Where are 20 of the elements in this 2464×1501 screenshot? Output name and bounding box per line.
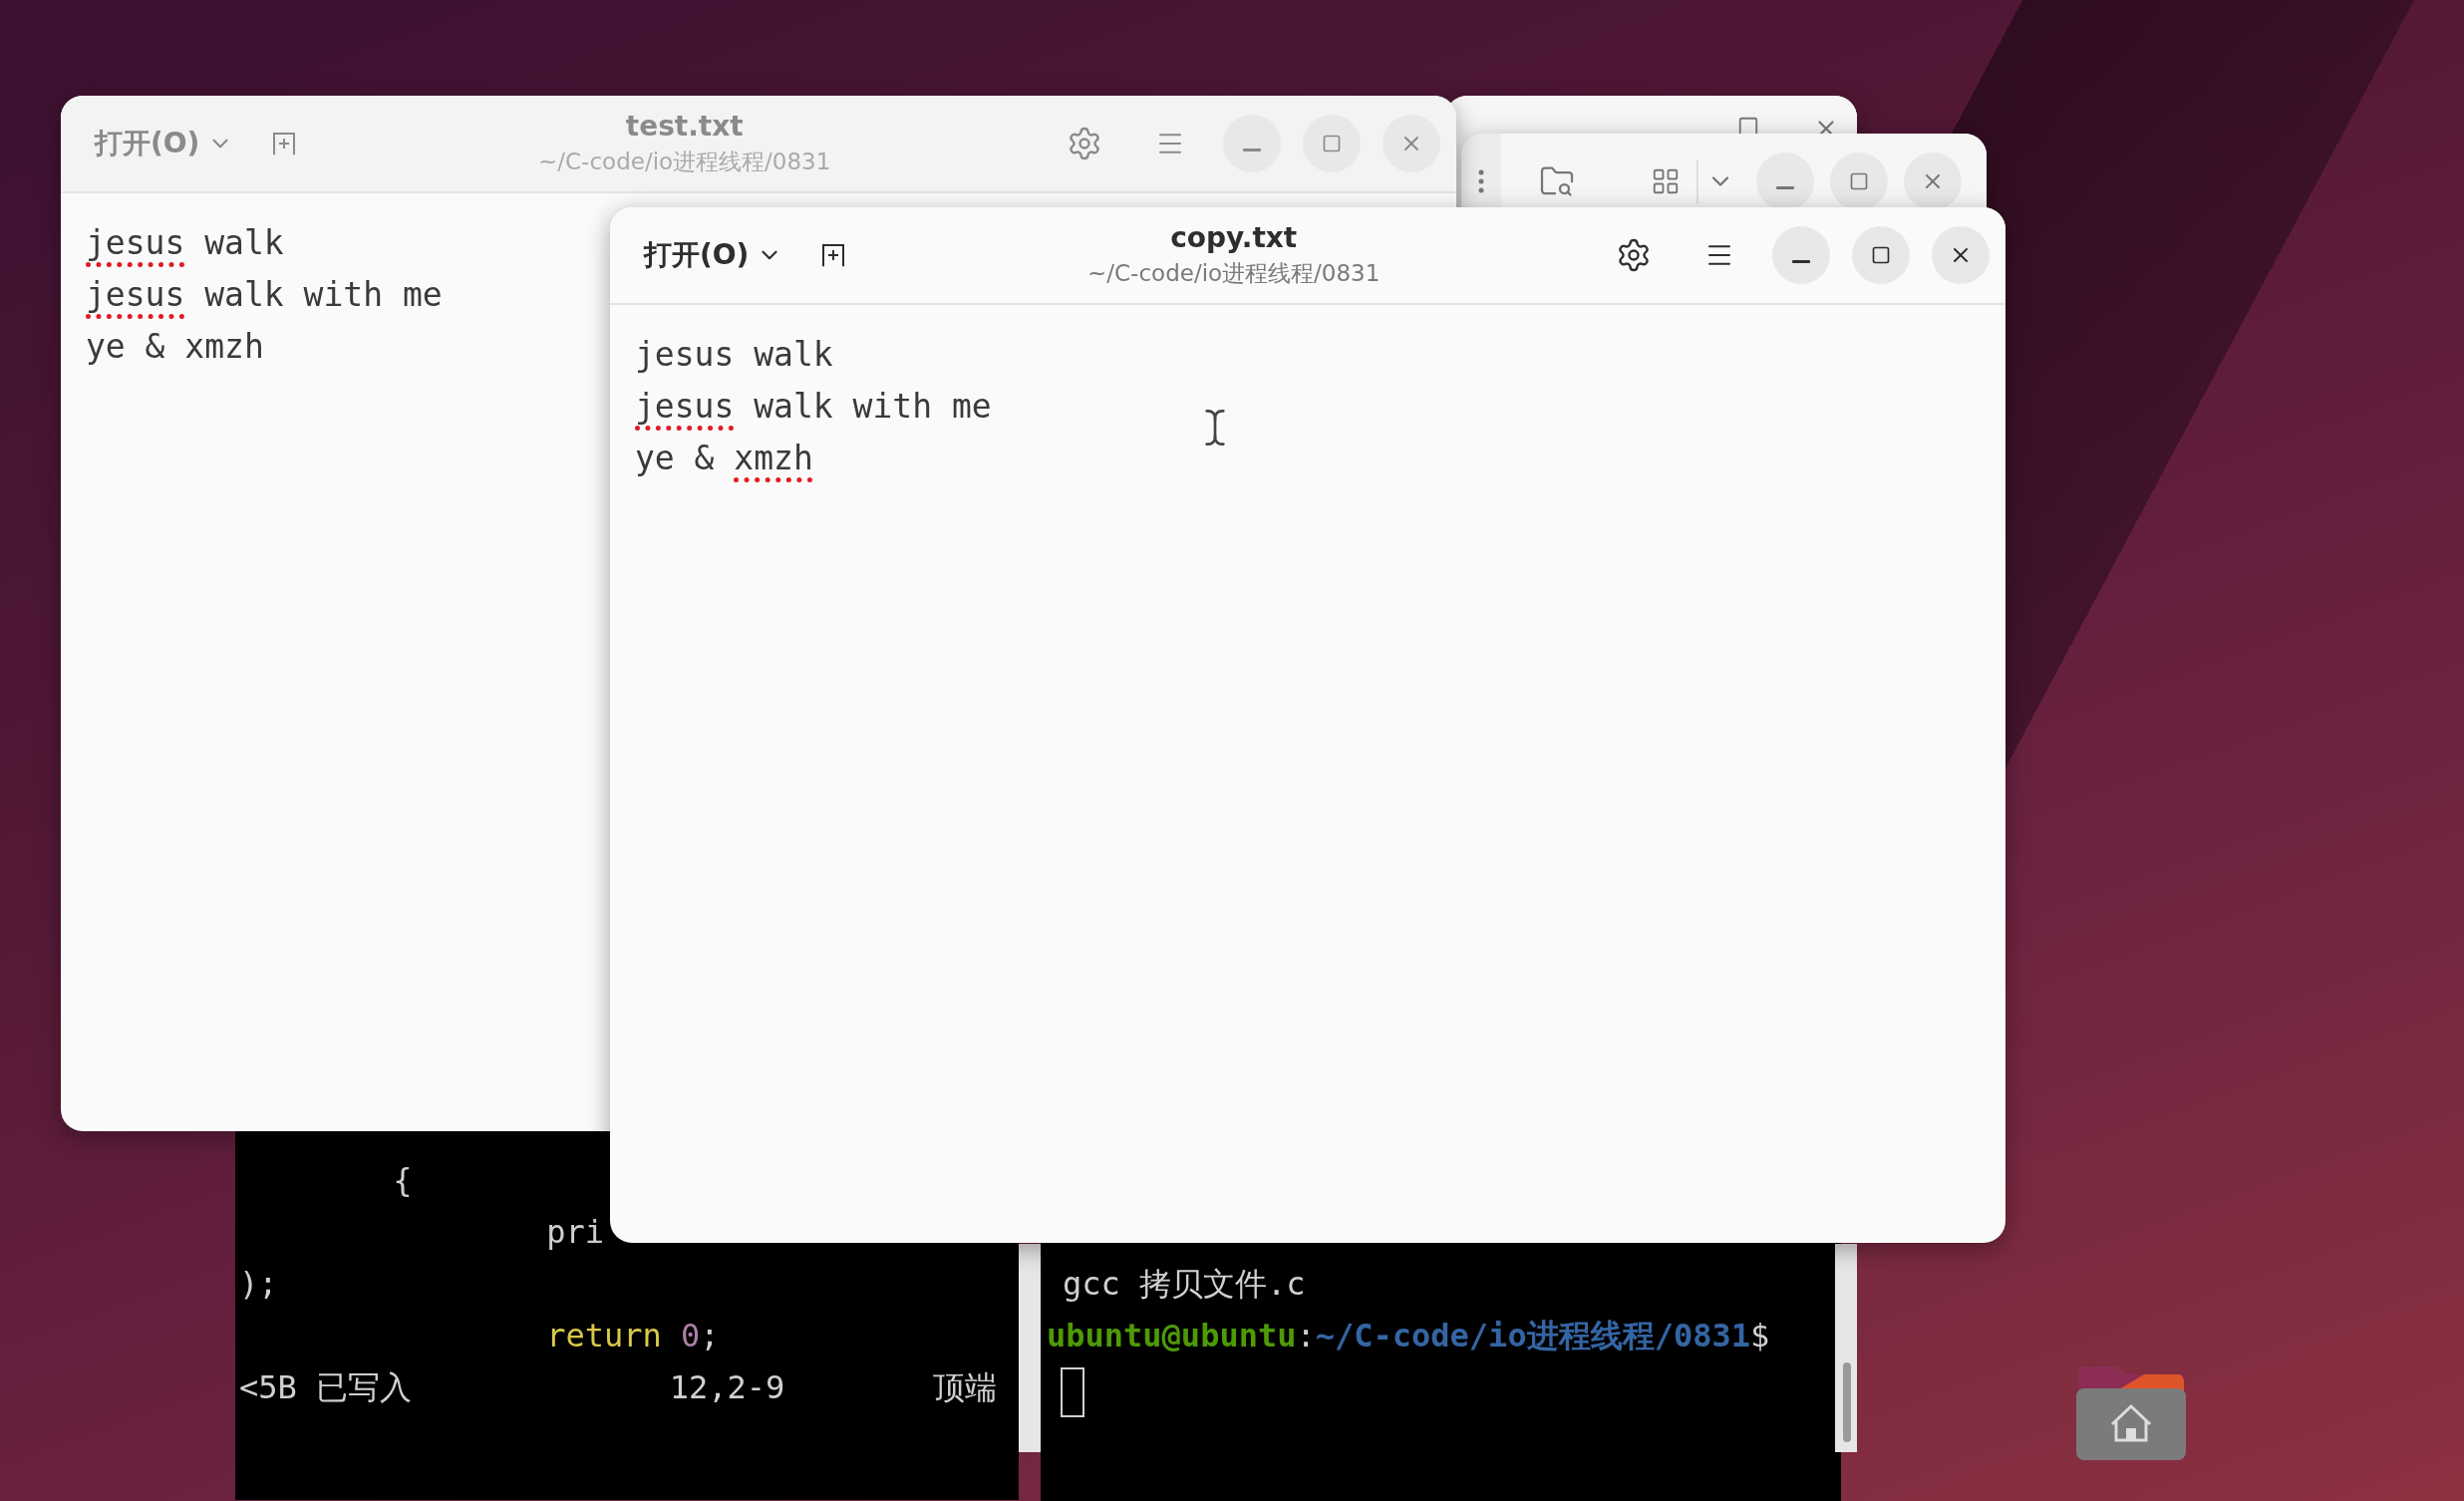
status-message: <5B 已写入 [238,1367,413,1408]
code-line: return 0; [545,1316,720,1356]
file-path: ~/C-code/io进程线程/0831 [538,148,831,176]
cursor-position: 12,2-9 [669,1367,785,1408]
text-line: jesus walk with me [86,274,443,316]
text-line: jesus walk [86,222,284,264]
text-line: jesus walk [635,334,833,376]
code-line: { [392,1160,413,1201]
code-line: pri [545,1212,605,1253]
text-line: ye & xmzh [86,326,264,368]
text-line: ye & xmzh [635,438,813,479]
terminal-line: gcc 拷贝文件.c [1062,1264,1306,1305]
file-path: ~/C-code/io进程线程/0831 [1087,259,1381,288]
window-title: copy.txt [1170,221,1298,254]
code-line: ); [238,1264,278,1305]
scroll-position: 顶端 [933,1367,997,1408]
text-line: jesus walk with me [635,386,992,428]
shell-prompt: ubuntu@ubuntu:~/C-code/io进程线程/0831$ [1047,1316,1770,1356]
open-button[interactable]: 打开(O) [630,225,797,285]
window-title: test.txt [625,110,744,143]
